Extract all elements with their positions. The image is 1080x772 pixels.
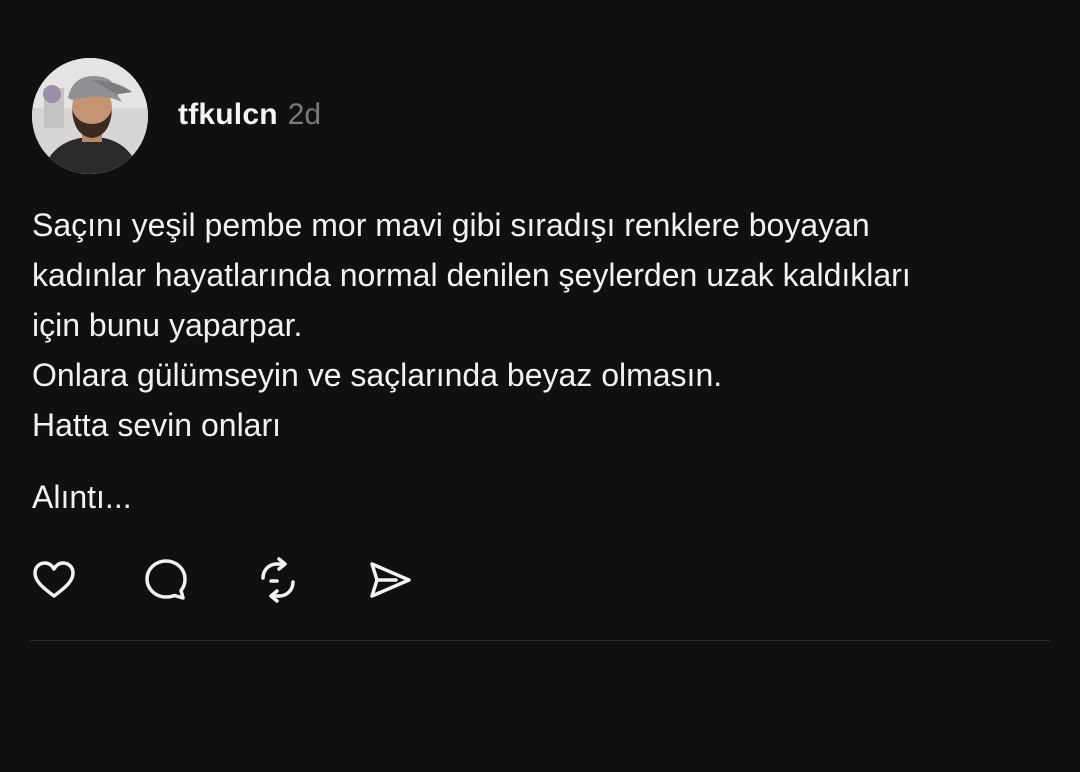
share-button[interactable] xyxy=(366,556,414,604)
avatar[interactable] xyxy=(32,58,148,174)
post-body-line: Onlara gülümseyin ve saçlarında beyaz ol… xyxy=(32,357,723,393)
post-header: tfkulcn 2d xyxy=(178,98,321,138)
repost-button[interactable] xyxy=(254,556,302,604)
username[interactable]: tfkulcn xyxy=(178,98,278,132)
avatar-image xyxy=(32,58,148,174)
divider xyxy=(30,640,1050,641)
post-card: tfkulcn 2d Saçını yeşil pembe mor mavi g… xyxy=(0,0,1080,772)
post-body: Saçını yeşil pembe mor mavi gibi sıradış… xyxy=(32,200,1042,450)
repost-icon xyxy=(261,557,295,603)
post-body-line: kadınlar hayatlarında normal denilen şey… xyxy=(32,257,911,293)
timestamp: 2d xyxy=(287,98,322,131)
post-body-line: Saçını yeşil pembe mor mavi gibi sıradış… xyxy=(32,207,870,243)
quote-label: Alıntı... xyxy=(32,479,132,515)
reply-button[interactable] xyxy=(142,556,190,604)
send-icon xyxy=(370,562,411,598)
heart-icon xyxy=(33,561,75,598)
post-body-line: için bunu yaparpar. xyxy=(32,307,303,343)
like-button[interactable] xyxy=(30,556,78,604)
comment-icon xyxy=(145,559,187,600)
post-body-line: Hatta sevin onları xyxy=(32,407,282,443)
